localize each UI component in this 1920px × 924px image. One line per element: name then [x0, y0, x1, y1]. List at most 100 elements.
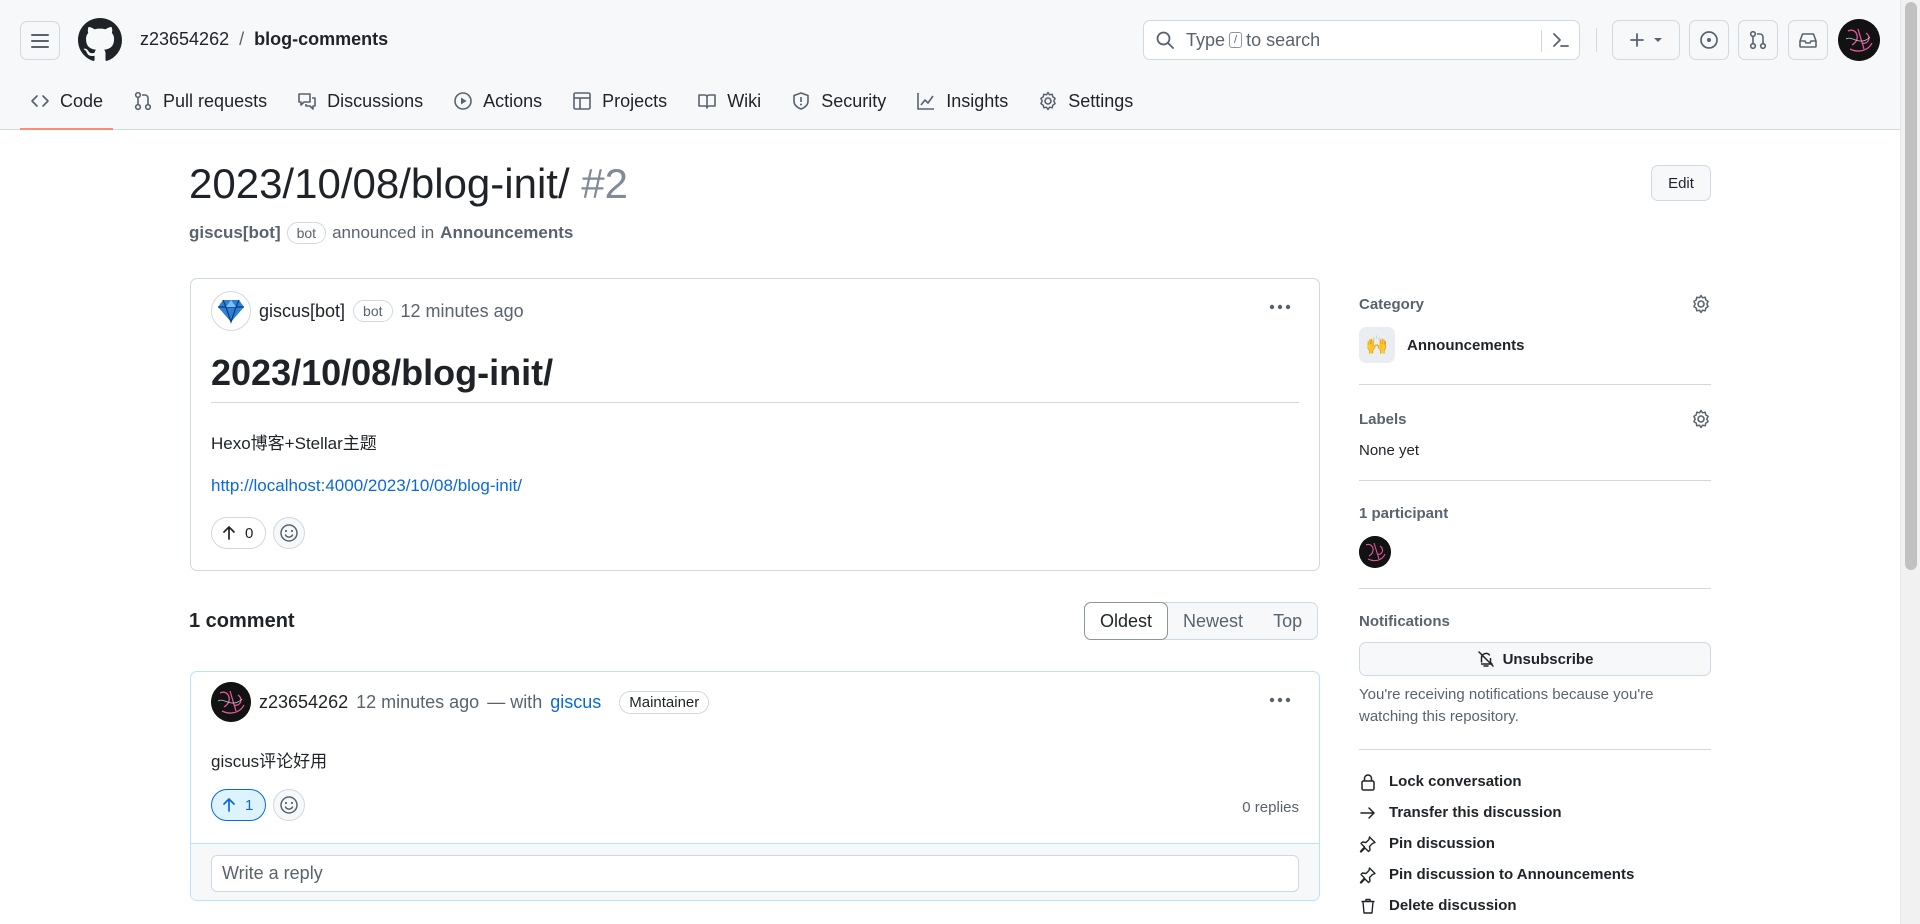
action-label: Lock conversation — [1389, 773, 1522, 790]
command-palette-icon[interactable] — [1550, 29, 1572, 51]
repo-tabs: Code Pull requests Discussions Actions P… — [20, 80, 1153, 130]
replies-count[interactable]: 0 replies — [1242, 799, 1299, 816]
shield-icon — [793, 92, 809, 110]
pin-discussion-button[interactable]: Pin discussion — [1359, 828, 1711, 859]
breadcrumb: z23654262 / blog-comments — [140, 29, 388, 50]
search-input[interactable]: Type / to search — [1143, 20, 1580, 60]
table-icon — [573, 92, 591, 110]
participants-heading: 1 participant — [1359, 505, 1449, 522]
reply-input[interactable]: Write a reply — [211, 855, 1299, 892]
labels-heading: Labels — [1359, 411, 1407, 428]
tab-label: Security — [821, 90, 887, 111]
sort-newest-button[interactable]: Newest — [1168, 603, 1258, 639]
unsubscribe-label: Unsubscribe — [1502, 650, 1594, 668]
bot-badge: bot — [353, 300, 393, 322]
sidebar-actions: Lock conversation Transfer this discussi… — [1359, 750, 1711, 921]
lock-icon — [1361, 773, 1375, 791]
comment-header: z23654262 12 minutes ago — with giscus M… — [211, 682, 710, 722]
post-body: Hexo博客+Stellar主题 — [211, 434, 377, 453]
pull-requests-button[interactable] — [1738, 20, 1778, 60]
issues-button[interactable] — [1689, 20, 1729, 60]
sidebar-category: Category 🙌 Announcements — [1359, 278, 1711, 385]
search-placeholder: Type / to search — [1186, 30, 1320, 51]
category-link[interactable]: Announcements — [440, 223, 573, 243]
post-options-button[interactable] — [1265, 297, 1295, 317]
tab-security[interactable]: Security — [781, 80, 896, 122]
tab-label: Settings — [1068, 90, 1134, 111]
participant-avatar[interactable] — [1359, 536, 1391, 568]
tab-pull-requests[interactable]: Pull requests — [123, 80, 277, 122]
tab-insights[interactable]: Insights — [906, 80, 1018, 122]
sort-top-button[interactable]: Top — [1258, 603, 1317, 639]
giscus-link[interactable]: giscus — [550, 692, 601, 713]
book-icon — [698, 94, 716, 109]
comment-with-text: — with — [487, 691, 543, 712]
scrollbar-thumb[interactable] — [1905, 2, 1917, 570]
add-reaction-button[interactable] — [273, 517, 305, 549]
lock-conversation-button[interactable]: Lock conversation — [1359, 766, 1711, 797]
upvote-button[interactable]: 0 — [211, 517, 267, 549]
arrow-up-icon — [223, 526, 235, 540]
category-row[interactable]: 🙌 Announcements — [1359, 327, 1711, 363]
pin-icon — [1359, 866, 1376, 884]
arrow-up-icon — [223, 798, 235, 812]
github-logo-icon[interactable] — [78, 18, 122, 62]
post-link[interactable]: http://localhost:4000/2023/10/08/blog-in… — [211, 476, 522, 496]
menu-button[interactable] — [20, 21, 60, 60]
comment-body: giscus评论好用 — [211, 752, 328, 771]
sort-oldest-button[interactable]: Oldest — [1084, 602, 1169, 640]
comment-add-reaction-button[interactable] — [273, 789, 305, 821]
author-link[interactable]: giscus[bot] — [189, 223, 281, 243]
delete-discussion-button[interactable]: Delete discussion — [1359, 890, 1711, 921]
gear-icon[interactable] — [1691, 294, 1711, 314]
action-label: Transfer this discussion — [1389, 804, 1562, 821]
repo-owner-link[interactable]: z23654262 — [140, 29, 229, 50]
comment-timestamp[interactable]: 12 minutes ago — [356, 692, 479, 713]
breadcrumb-separator: / — [239, 29, 245, 49]
transfer-discussion-button[interactable]: Transfer this discussion — [1359, 797, 1711, 828]
header-divider — [1596, 28, 1597, 52]
pin-icon — [1359, 835, 1376, 853]
page-title: 2023/10/08/blog-init/ #2 — [189, 160, 628, 208]
git-pull-request-icon — [1749, 30, 1767, 50]
tab-label: Code — [60, 90, 104, 111]
comment-options-button[interactable] — [1265, 690, 1295, 710]
user-avatar[interactable] — [1838, 19, 1880, 61]
comment-upvote-count: 1 — [245, 796, 254, 814]
post-author[interactable]: giscus[bot] — [259, 301, 345, 322]
labels-value: None yet — [1359, 442, 1420, 459]
bot-avatar[interactable] — [211, 291, 251, 331]
edit-button[interactable]: Edit — [1651, 165, 1711, 201]
post-timestamp[interactable]: 12 minutes ago — [401, 301, 524, 322]
tab-label: Insights — [946, 90, 1009, 111]
commenter-avatar[interactable] — [211, 682, 251, 722]
announced-text: announced in — [332, 223, 435, 242]
sidebar-notifications: Notifications Unsubscribe You're receivi… — [1359, 589, 1711, 750]
comment-author[interactable]: z23654262 — [259, 692, 348, 713]
reply-area: Write a reply — [191, 843, 1319, 900]
play-icon — [454, 92, 472, 110]
inbox-button[interactable] — [1788, 20, 1828, 60]
sidebar-participants: 1 participant — [1359, 481, 1711, 589]
comment-upvote-button[interactable]: 1 — [211, 789, 267, 821]
tab-code[interactable]: Code — [20, 80, 114, 130]
tab-label: Pull requests — [163, 90, 268, 111]
tab-discussions[interactable]: Discussions — [287, 80, 433, 122]
search-shortcut-key: / — [1229, 32, 1243, 48]
tab-actions[interactable]: Actions — [443, 80, 552, 122]
page-scrollbar[interactable] — [1900, 0, 1920, 924]
post-header: giscus[bot] bot 12 minutes ago — [211, 291, 524, 331]
gear-icon[interactable] — [1691, 409, 1711, 429]
tab-projects[interactable]: Projects — [562, 80, 677, 122]
create-new-button[interactable] — [1612, 20, 1680, 60]
discussion-byline: giscus[bot] bot announced in Announcemen… — [189, 222, 573, 244]
unsubscribe-button[interactable]: Unsubscribe — [1359, 642, 1711, 676]
tab-wiki[interactable]: Wiki — [687, 80, 771, 122]
repo-name-link[interactable]: blog-comments — [254, 29, 388, 50]
pin-to-category-button[interactable]: Pin discussion to Announcements — [1359, 859, 1711, 890]
kebab-horizontal-icon — [1269, 304, 1291, 310]
tab-settings[interactable]: Settings — [1028, 80, 1143, 122]
action-label: Pin discussion to Announcements — [1389, 866, 1635, 883]
category-heading: Category — [1359, 296, 1425, 313]
app-header: z23654262 / blog-comments Type / to sear… — [0, 0, 1900, 130]
